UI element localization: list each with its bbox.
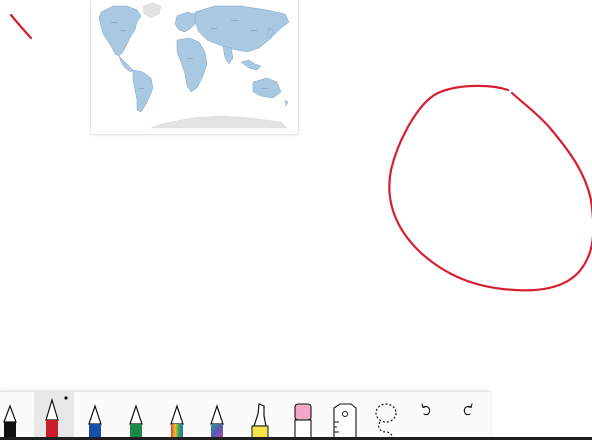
eraser-icon bbox=[294, 403, 312, 438]
tool-ballpoint-pen-black[interactable] bbox=[0, 392, 24, 438]
circle-stroke[interactable] bbox=[388, 84, 592, 292]
lasso-icon bbox=[375, 403, 397, 438]
pen-icon bbox=[45, 396, 68, 438]
tool-undo[interactable] bbox=[414, 392, 438, 438]
highlighter-icon bbox=[251, 403, 269, 438]
tool-pen-blue[interactable] bbox=[80, 392, 110, 438]
redo-icon bbox=[463, 403, 473, 416]
pen-icon bbox=[210, 404, 224, 438]
tool-ballpoint-pen-red[interactable] bbox=[34, 392, 74, 438]
pen-icon bbox=[129, 404, 143, 438]
inking-toolbar bbox=[0, 391, 490, 438]
tool-lasso-select[interactable] bbox=[369, 392, 403, 438]
tool-pen-galaxy[interactable] bbox=[202, 392, 232, 438]
pen-icon bbox=[3, 404, 17, 438]
tool-pen-rainbow[interactable] bbox=[162, 392, 192, 438]
tool-highlighter-yellow[interactable] bbox=[244, 392, 276, 438]
tool-pen-green[interactable] bbox=[121, 392, 151, 438]
world-map-image[interactable] bbox=[91, 0, 298, 134]
tool-eraser[interactable] bbox=[288, 392, 318, 438]
undo-icon bbox=[421, 403, 431, 416]
pen-icon bbox=[170, 404, 184, 438]
world-map-icon bbox=[98, 2, 290, 129]
slash-stroke[interactable] bbox=[9, 13, 33, 40]
tool-ruler[interactable] bbox=[329, 392, 361, 438]
ruler-icon bbox=[333, 403, 357, 438]
pen-icon bbox=[88, 404, 102, 438]
tool-redo[interactable] bbox=[456, 392, 480, 438]
selected-dot bbox=[64, 396, 68, 400]
inking-canvas[interactable] bbox=[0, 0, 592, 440]
